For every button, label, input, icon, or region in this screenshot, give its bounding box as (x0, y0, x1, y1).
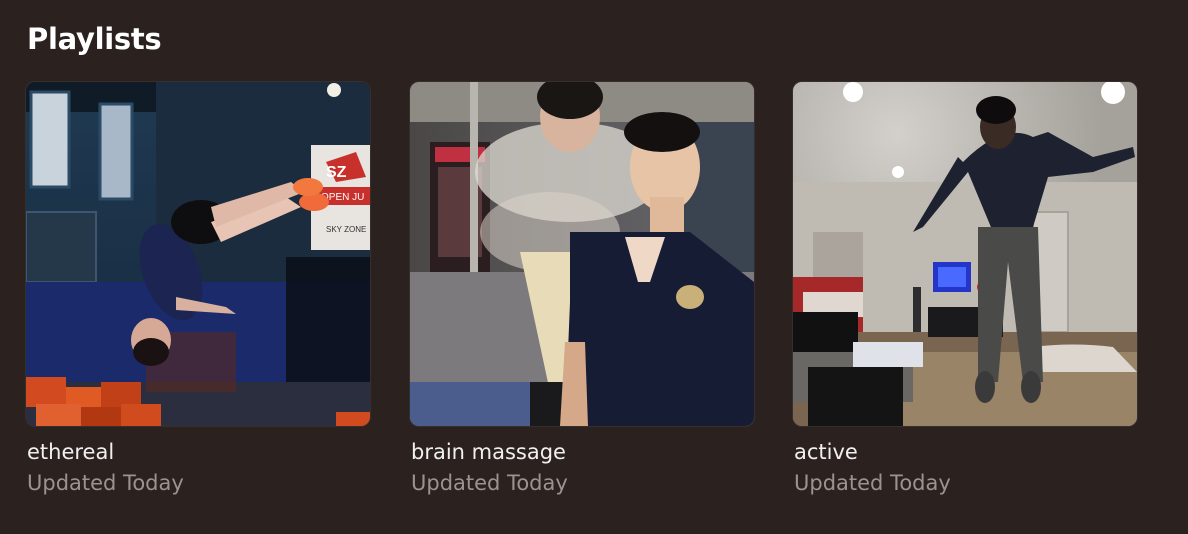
playlist-artwork[interactable]: SZ OPEN JU SKY ZONE (26, 82, 370, 426)
basement-jump-photo (793, 82, 1137, 426)
playlist-card[interactable]: active Updated Today (793, 82, 1137, 495)
sign-text: SKY ZONE (326, 225, 366, 234)
sign-text: SZ (326, 164, 347, 181)
playlist-updated-label: Updated Today (27, 471, 184, 495)
playlist-updated-label: Updated Today (411, 471, 568, 495)
playlist-artwork[interactable] (410, 82, 754, 426)
two-people-jump-photo (410, 82, 754, 426)
playlist-card[interactable]: SZ OPEN JU SKY ZONE ethereal Updated Tod… (26, 82, 370, 495)
playlist-card[interactable]: brain massage Updated Today (410, 82, 754, 495)
playlist-title[interactable]: active (794, 440, 858, 464)
section-title: Playlists (27, 22, 162, 56)
playlist-updated-label: Updated Today (794, 471, 951, 495)
playlist-title[interactable]: ethereal (27, 440, 114, 464)
playlist-artwork[interactable] (793, 82, 1137, 426)
trampoline-flip-photo: SZ OPEN JU SKY ZONE (26, 82, 370, 426)
playlist-title[interactable]: brain massage (411, 440, 566, 464)
